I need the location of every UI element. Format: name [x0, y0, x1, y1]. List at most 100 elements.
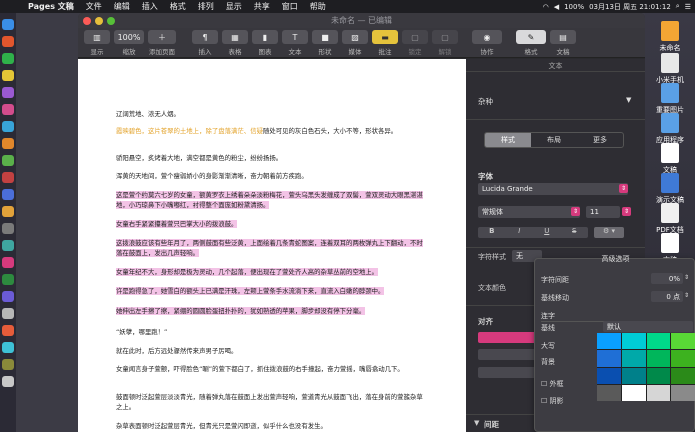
desktop-icon[interactable]: 演示文稿	[645, 173, 695, 205]
baseline-shift-field[interactable]: 0 点	[651, 291, 683, 302]
color-swatch[interactable]	[646, 367, 671, 384]
text-button[interactable]: T 文本	[282, 30, 308, 56]
menu-item-format[interactable]: 格式	[164, 1, 192, 12]
desktop-icon[interactable]: PDF文档	[645, 203, 695, 235]
font-weight-popup[interactable]: 常规体	[478, 206, 580, 218]
color-swatch[interactable]	[671, 333, 695, 350]
dock-app-icon[interactable]	[2, 240, 14, 251]
menu-item-arrange[interactable]: 排列	[192, 1, 220, 12]
vertical-align-buttons[interactable]	[478, 367, 538, 378]
char-spacing-field[interactable]: 0%	[651, 273, 683, 284]
tab-style[interactable]: 样式	[485, 133, 531, 147]
menu-item-window[interactable]: 窗口	[276, 1, 304, 12]
underline-button[interactable]: U	[533, 227, 561, 238]
menu-item-help[interactable]: 帮助	[304, 1, 332, 12]
font-size-field[interactable]: 11	[586, 206, 620, 218]
paragraph[interactable]: 辽阔荒地、浓无人烟。	[116, 109, 428, 119]
dock-app-icon[interactable]	[2, 291, 14, 302]
spacing-label[interactable]: 间距	[484, 419, 499, 430]
font-name-popup[interactable]: Lucida Grande	[478, 183, 628, 195]
dock-app-icon[interactable]	[2, 206, 14, 217]
color-swatch[interactable]	[621, 384, 646, 401]
search-icon[interactable]: ⌕	[676, 2, 680, 11]
color-swatch[interactable]	[646, 384, 671, 401]
color-swatch[interactable]	[671, 367, 695, 384]
color-swatch[interactable]	[646, 350, 671, 367]
chevron-down-icon[interactable]: ▼	[626, 96, 631, 104]
stepper-icon[interactable]: ⇕	[684, 292, 689, 299]
color-swatch[interactable]	[621, 333, 646, 350]
paragraph[interactable]: 杂草表面顿时泛起萱层青光，但青光只是萱闪即逝，似乎什么也没有发生。	[116, 421, 428, 431]
strikethrough-button[interactable]: S	[561, 227, 589, 238]
paragraph[interactable]: 霞映碧色，这片苍翠的土地上，除了盘落满茫、信疑随处可见的灰白色石头，大小不等，形…	[116, 126, 428, 136]
desktop-icon[interactable]: 小米手机	[645, 53, 695, 85]
italic-button[interactable]: I	[506, 227, 534, 238]
dock-app-icon[interactable]	[2, 53, 14, 64]
bold-button[interactable]: B	[478, 227, 506, 238]
color-swatch[interactable]	[597, 350, 621, 367]
paragraph[interactable]: “妖孽，哪里跑！”	[116, 327, 428, 337]
color-swatch[interactable]	[597, 367, 621, 384]
align-left-button[interactable]	[478, 332, 538, 343]
dock-app-icon[interactable]	[2, 172, 14, 183]
color-swatch[interactable]	[597, 384, 621, 401]
color-swatch[interactable]	[646, 333, 671, 350]
shape-button[interactable]: ■ 形状	[312, 30, 338, 56]
desktop-icon[interactable]: 文稿	[645, 143, 695, 175]
volume-icon[interactable]: ◀	[554, 3, 559, 11]
color-swatch[interactable]	[671, 350, 695, 367]
dock-app-icon[interactable]	[2, 36, 14, 47]
paragraph[interactable]: 她伸出左手擦了擦，紧绷的圆圆脸蛋扭扑扑的，犹如熟透的苹果，脚步却没有停下分毫。	[116, 306, 428, 316]
table-button[interactable]: ▦ 表格	[222, 30, 248, 56]
document-page[interactable]: 辽阔荒地、浓无人烟。 霞映碧色，这片苍翠的土地上，除了盘落满茫、信疑随处可见的灰…	[78, 59, 466, 432]
menu-list-icon[interactable]: ☰	[685, 3, 691, 11]
collaborate-button[interactable]: ◉ 协作	[472, 30, 502, 56]
paragraph[interactable]: 鼓面顿时泛起萱层淡淡青光，随着弹丸落在鼓面上发出萱声轻响，萱道青光从鼓面飞出，落…	[116, 392, 428, 412]
dock-app-icon[interactable]	[2, 189, 14, 200]
dock-app-icon[interactable]	[2, 155, 14, 166]
tab-layout[interactable]: 布局	[531, 133, 577, 147]
paragraph[interactable]: 女童年纪不大，身形却是极为灵动，几个起落，便出现在了萱处齐人高的杂草丛前的空地上…	[116, 267, 428, 277]
paragraph-style-name[interactable]: 杂种	[478, 96, 493, 107]
paragraph[interactable]: 女童右手紧紧攥着萱只巴掌大小的拨浪鼓。	[116, 219, 428, 229]
dock-app-icon[interactable]	[2, 104, 14, 115]
stepper-icon[interactable]: ⇕	[622, 207, 631, 216]
menu-item-file[interactable]: 文件	[80, 1, 108, 12]
paragraph[interactable]: 就在此时，后方远处骤然传来声男子厉喝。	[116, 346, 428, 356]
dock-app-icon[interactable]	[2, 257, 14, 268]
dock-app-icon[interactable]	[2, 223, 14, 234]
stepper-icon[interactable]: ⇕	[684, 274, 689, 281]
dock-app-icon[interactable]	[2, 19, 14, 30]
gear-icon[interactable]: ⚙ ▾	[594, 227, 624, 238]
outline-checkbox[interactable]: ☐ 外框	[541, 379, 564, 389]
color-swatch[interactable]	[671, 384, 695, 401]
view-button[interactable]: ▥ 显示	[84, 30, 110, 56]
paragraph[interactable]: 这拨浪鼓应该有些年月了，两侧鼓面有些泛黄，上面绘着几条青蛇图案，连着双耳的两枚弹…	[116, 238, 428, 258]
zoom-menu[interactable]: 100% 缩放	[114, 30, 144, 56]
baseline-popup[interactable]: 默认	[603, 321, 693, 332]
desktop-icon[interactable]: 应用程序	[645, 113, 695, 145]
desktop-icon[interactable]: 重要图片	[645, 83, 695, 115]
insert-button[interactable]: ¶ 插入	[192, 30, 218, 56]
battery-level[interactable]: 100%	[564, 3, 584, 11]
format-button[interactable]: ✎ 格式	[516, 30, 546, 56]
disclosure-triangle-icon[interactable]: ▼	[474, 419, 479, 427]
dock-app-icon[interactable]	[2, 359, 14, 370]
paragraph[interactable]: 骄阳悬空，炙烤着大地，满空都是黄色的粉尘，纷纷扬扬。	[116, 153, 428, 163]
menu-item-edit[interactable]: 编辑	[108, 1, 136, 12]
indent-buttons[interactable]	[478, 349, 538, 360]
dock-app-icon[interactable]	[2, 342, 14, 353]
dock-app-icon[interactable]	[2, 138, 14, 149]
paragraph[interactable]: 许是跑得急了，她雪白的额头上已满是汗珠，左颊上萱条手水流淌下来，直流入白嫩的脖颈…	[116, 286, 428, 296]
color-swatch[interactable]	[597, 333, 621, 350]
paragraph[interactable]: 浑黄的天地间，萱个瘦弱娇小的身影渐渐清晰，奋力朝着前方疾跑。	[116, 171, 428, 181]
menu-item-share[interactable]: 共享	[248, 1, 276, 12]
dock-app-icon[interactable]	[2, 121, 14, 132]
menu-item-view[interactable]: 显示	[220, 1, 248, 12]
dock-app-icon[interactable]	[2, 325, 14, 336]
tab-more[interactable]: 更多	[577, 133, 623, 147]
dock-app-icon[interactable]	[2, 87, 14, 98]
menu-item-insert[interactable]: 插入	[136, 1, 164, 12]
shadow-checkbox[interactable]: ☐ 阴影	[541, 396, 564, 406]
dock-app-icon[interactable]	[2, 70, 14, 81]
